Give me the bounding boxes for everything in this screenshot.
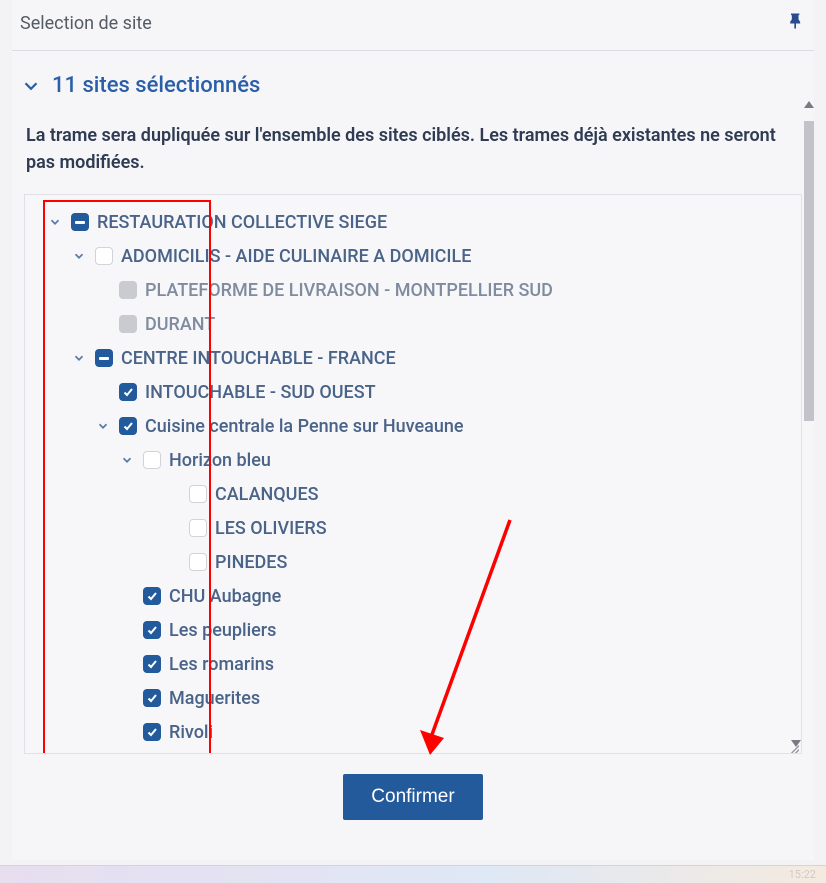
tree-node[interactable]: PLATEFORME DE LIVRAISON - MONTPELLIER SU… [31, 273, 795, 307]
tree-node[interactable]: DURANT [31, 307, 795, 341]
tree-node[interactable]: CHU Aubagne [31, 579, 795, 613]
tree-node[interactable]: ADOMICILIS - AIDE CULINAIRE A DOMICILE [31, 239, 795, 273]
resize-handle[interactable] [789, 743, 799, 753]
checkbox-checked[interactable] [143, 587, 161, 605]
checkbox-checked[interactable] [143, 689, 161, 707]
checkbox-checked[interactable] [143, 621, 161, 639]
tree-node[interactable]: Horizon bleu [31, 443, 795, 477]
tree-node[interactable]: Cuisine centrale la Penne sur Huveaune [31, 409, 795, 443]
node-label: Les romarins [169, 654, 274, 675]
node-label: Rivoli [169, 722, 213, 743]
footer-bar: 15:22 [0, 865, 826, 883]
node-label: Les peupliers [169, 620, 276, 641]
chevron-down-icon[interactable] [71, 351, 87, 365]
tree-node[interactable]: PINEDES [31, 545, 795, 579]
site-count-summary[interactable]: 11 sites sélectionnés [18, 73, 808, 116]
site-tree: RESTAURATION COLLECTIVE SIEGE ADOMICILIS… [24, 194, 802, 754]
footer-time: 15:22 [789, 868, 816, 881]
chevron-down-icon[interactable] [119, 453, 135, 467]
tree-node[interactable]: Les peupliers [31, 613, 795, 647]
scrollbar-thumb[interactable] [804, 121, 814, 421]
node-label: PLATEFORME DE LIVRAISON - MONTPELLIER SU… [145, 280, 553, 301]
node-label: Maguerites [169, 688, 260, 709]
checkbox-disabled [119, 315, 137, 333]
scroll-up-icon[interactable] [804, 101, 814, 108]
checkbox-checked[interactable] [143, 655, 161, 673]
dialog-title: Selection de site [20, 13, 152, 34]
tree-node[interactable]: Les romarins [31, 647, 795, 681]
checkbox-unchecked[interactable] [189, 485, 207, 503]
pin-icon[interactable] [786, 10, 806, 36]
node-label: CENTRE INTOUCHABLE - FRANCE [121, 348, 396, 369]
tree-node[interactable]: Rivoli [31, 715, 795, 749]
tree-node[interactable]: CENTRE INTOUCHABLE - FRANCE [31, 341, 795, 375]
description-text: La trame sera dupliquée sur l'ensemble d… [18, 116, 808, 194]
tree-node[interactable]: Maguerites [31, 681, 795, 715]
checkbox-unchecked[interactable] [143, 451, 161, 469]
checkbox-indeterminate[interactable] [71, 213, 89, 231]
checkbox-checked[interactable] [143, 723, 161, 741]
site-count-text: 11 sites sélectionnés [52, 73, 260, 98]
node-label: Horizon bleu [169, 450, 271, 471]
chevron-down-icon [20, 75, 42, 97]
node-label: Cuisine centrale la Penne sur Huveaune [145, 416, 464, 437]
checkbox-disabled [119, 281, 137, 299]
node-label: CHU Aubagne [169, 586, 281, 607]
node-label: DURANT [145, 314, 215, 335]
checkbox-checked[interactable] [119, 383, 137, 401]
node-label: INTOUCHABLE - SUD OUEST [145, 382, 376, 403]
tree-node-root[interactable]: RESTAURATION COLLECTIVE SIEGE [31, 205, 795, 239]
checkbox-indeterminate[interactable] [95, 349, 113, 367]
chevron-down-icon[interactable] [95, 419, 111, 433]
node-label: LES OLIVIERS [215, 518, 327, 539]
tree-node[interactable]: CALANQUES [31, 477, 795, 511]
chevron-down-icon[interactable] [47, 215, 63, 229]
chevron-down-icon[interactable] [71, 249, 87, 263]
checkbox-checked[interactable] [119, 417, 137, 435]
checkbox-unchecked[interactable] [95, 247, 113, 265]
tree-node[interactable]: INTOUCHABLE - SUD OUEST [31, 375, 795, 409]
tree-node[interactable]: LES OLIVIERS [31, 511, 795, 545]
node-label: CALANQUES [215, 484, 319, 505]
node-label: PINEDES [215, 552, 287, 573]
confirm-button[interactable]: Confirmer [343, 774, 482, 820]
checkbox-unchecked[interactable] [189, 519, 207, 537]
checkbox-unchecked[interactable] [189, 553, 207, 571]
node-label: ADOMICILIS - AIDE CULINAIRE A DOMICILE [121, 246, 471, 267]
node-label: RESTAURATION COLLECTIVE SIEGE [97, 212, 387, 233]
